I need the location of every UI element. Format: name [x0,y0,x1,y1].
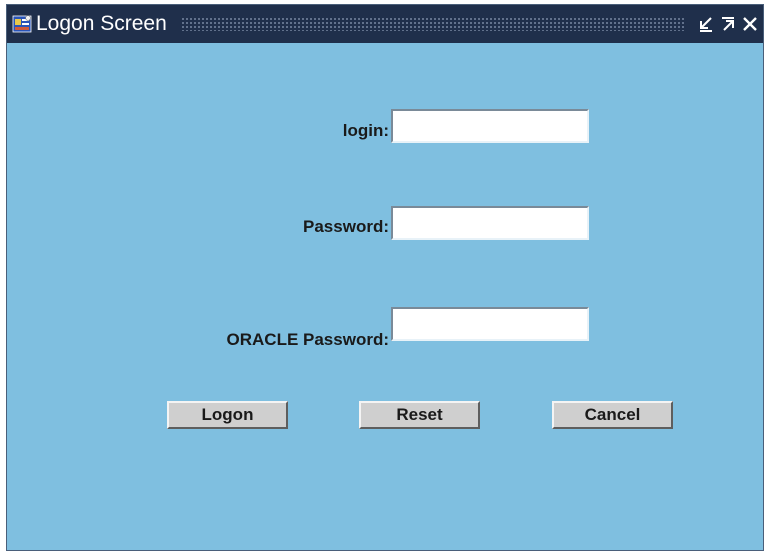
password-label: Password: [303,217,389,236]
logon-window: Logon Screen login: Password: ORACLE Pas… [6,4,764,551]
logon-button[interactable]: Logon [167,401,288,429]
login-input[interactable] [391,109,589,143]
title-bar-grip [180,17,685,31]
cancel-button[interactable]: Cancel [552,401,673,429]
window-title: Logon Screen [36,12,167,35]
close-icon[interactable] [739,12,761,36]
password-input[interactable] [391,206,589,240]
app-icon [12,14,32,34]
oracle-password-input[interactable] [391,307,589,341]
login-label: login: [342,121,389,140]
oracle-password-label: ORACLE Password: [226,330,389,349]
minimize-icon[interactable] [695,12,717,36]
maximize-icon[interactable] [717,12,739,36]
reset-button[interactable]: Reset [359,401,480,429]
title-bar[interactable]: Logon Screen [7,5,763,43]
